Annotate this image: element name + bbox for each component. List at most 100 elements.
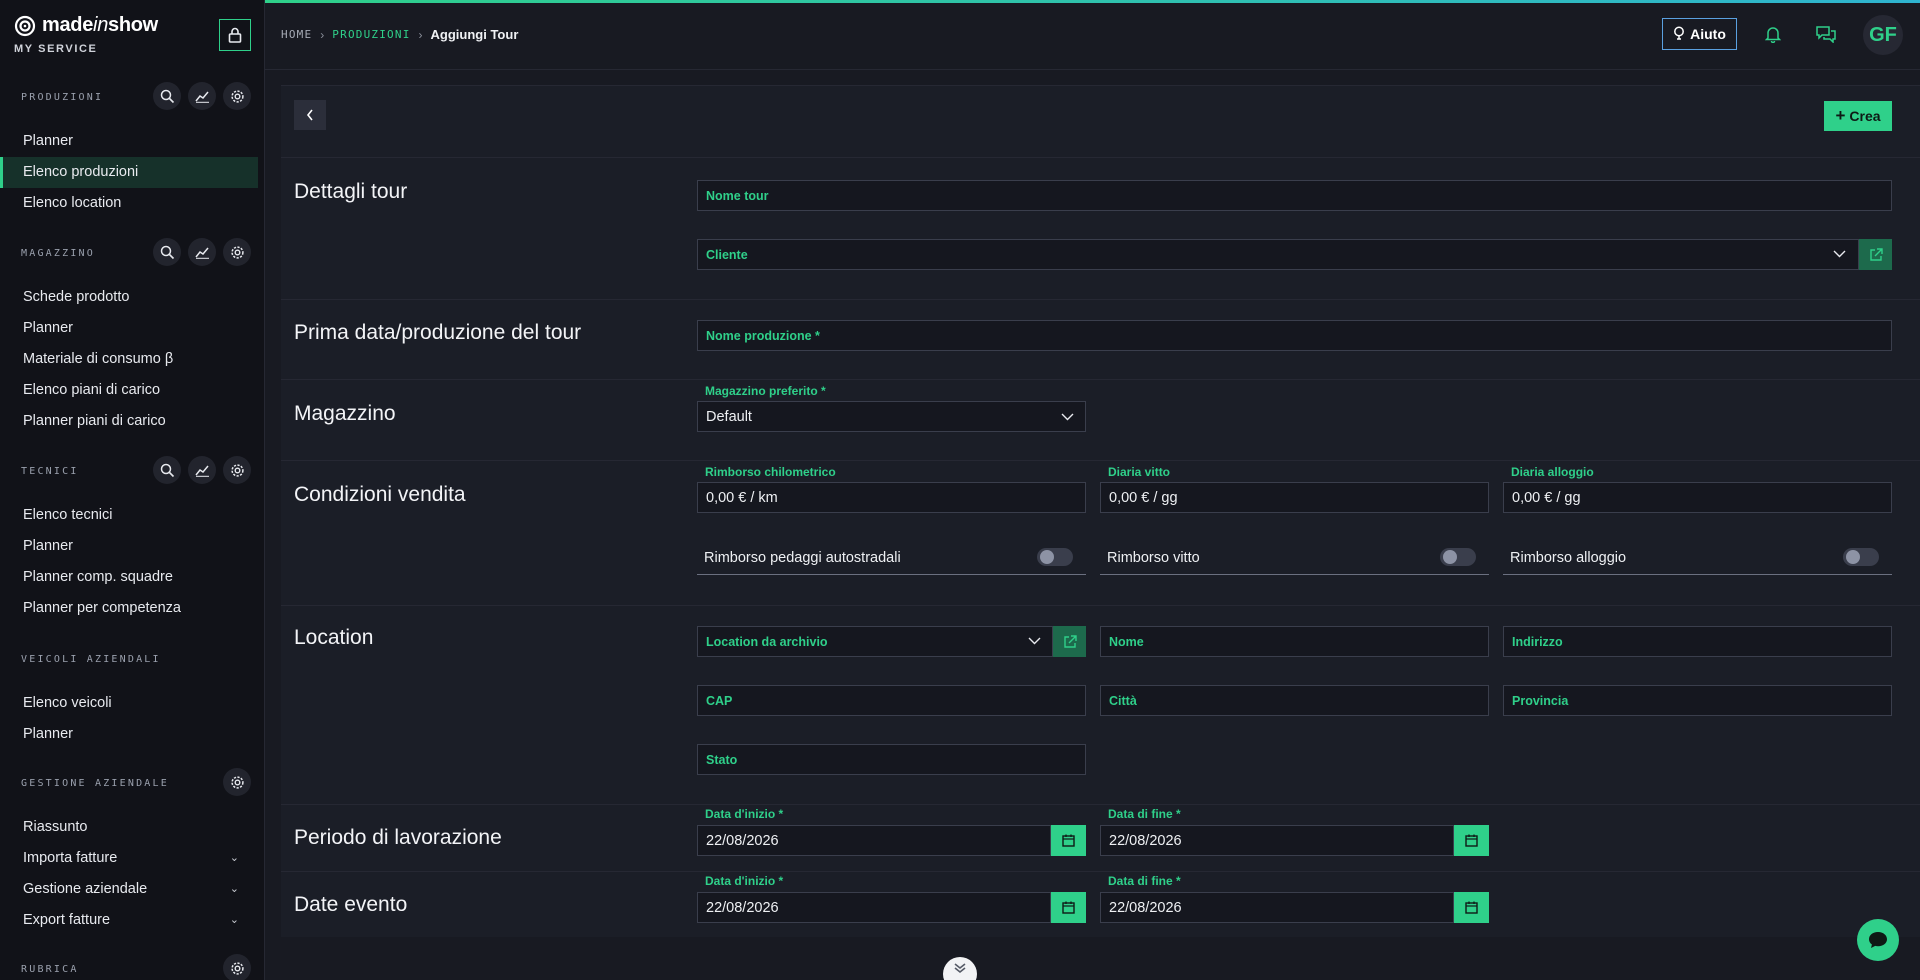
rimborso-km-label: Rimborso chilometrico [705,465,836,479]
location-stato-field[interactable]: Stato [697,744,1086,775]
vitto-toggle[interactable] [1440,548,1476,566]
sidebar-item-planner[interactable]: Planner [0,126,264,157]
bell-icon[interactable] [1761,22,1785,46]
location-citta-field[interactable]: Città [1100,685,1489,716]
diaria-vitto-label: Diaria vitto [1108,465,1171,479]
search-icon[interactable] [153,456,181,484]
sidebar-item-elenco-produzioni[interactable]: Elenco produzioni [0,157,258,188]
evento-start-calendar-button[interactable] [1051,892,1086,923]
sidebar-item-riassunto[interactable]: Riassunto [0,812,264,843]
sidebar-item-elenco-piani-carico[interactable]: Elenco piani di carico [0,375,264,406]
open-external-button[interactable] [1053,626,1086,657]
location-cap-field[interactable]: CAP [697,685,1086,716]
sidebar-item-gestione-aziendale[interactable]: Gestione aziendale ⌄ [0,874,264,905]
evento-start-label: Data d'inizio * [705,874,784,888]
breadcrumb: HOME › PRODUZIONI › Aggiungi Tour [281,27,518,42]
brand-name: madeinshow [42,14,158,36]
field-value: 0,00 € / gg [1109,490,1178,506]
chart-trend-icon[interactable] [188,82,216,110]
sidebar-item-planner[interactable]: Planner [0,313,264,344]
calendar-icon [1465,901,1478,914]
diaria-vitto-field[interactable]: 0,00 € / gg [1100,482,1489,513]
periodo-start-date-field[interactable]: 22/08/2026 [697,825,1051,856]
location-provincia-field[interactable]: Provincia [1503,685,1892,716]
search-icon[interactable] [153,238,181,266]
field-value: 22/08/2026 [706,833,779,849]
evento-end-date-field[interactable]: 22/08/2026 [1100,892,1454,923]
sidebar-item-materiale-consumo[interactable]: Materiale di consumo β [0,344,264,375]
sidebar-item-elenco-veicoli[interactable]: Elenco veicoli [0,688,264,719]
search-icon[interactable] [153,82,181,110]
form-panel: + Crea Dettagli tour Nome tour Cliente P… [281,85,1920,937]
chat-bubble-icon [1869,932,1887,948]
nome-produzione-field[interactable]: Nome produzione * [697,320,1892,351]
back-button[interactable] [294,100,326,130]
rimborso-km-field[interactable]: 0,00 € / km [697,482,1086,513]
sidebar-item-elenco-location[interactable]: Elenco location [0,188,264,219]
breadcrumb-produzioni[interactable]: PRODUZIONI [332,28,410,41]
avatar[interactable]: GF [1863,15,1903,55]
periodo-end-calendar-button[interactable] [1454,825,1489,856]
sidebar-item-elenco-tecnici[interactable]: Elenco tecnici [0,500,264,531]
chevron-right-icon: › [418,27,423,42]
gear-icon[interactable] [223,456,251,484]
cliente-select[interactable]: Cliente [697,239,1859,270]
periodo-end-date-field[interactable]: 22/08/2026 [1100,825,1454,856]
magazzino-select[interactable]: Default [697,401,1086,432]
help-button[interactable]: Aiuto [1662,18,1737,50]
evento-start-date-field[interactable]: 22/08/2026 [697,892,1051,923]
brand-subtitle: MY SERVICE [14,43,98,55]
chart-trend-icon[interactable] [188,456,216,484]
brand-logo[interactable]: madeinshow MY SERVICE [14,14,158,55]
evento-end-label: Data di fine * [1108,874,1181,888]
location-indirizzo-field[interactable]: Indirizzo [1503,626,1892,657]
plus-icon: + [1835,106,1846,125]
location-nome-field[interactable]: Nome [1100,626,1489,657]
sidebar-item-schede-prodotto[interactable]: Schede prodotto [0,282,264,313]
gear-icon[interactable] [223,954,251,980]
gear-icon[interactable] [223,238,251,266]
diaria-alloggio-field[interactable]: 0,00 € / gg [1503,482,1892,513]
gear-icon[interactable] [223,82,251,110]
sidebar-item-planner[interactable]: Planner [0,531,264,562]
periodo-start-calendar-button[interactable] [1051,825,1086,856]
scroll-down-button[interactable] [943,957,977,980]
section-title: GESTIONE AZIENDALE [21,777,169,789]
chevron-down-icon [1061,413,1074,421]
breadcrumb-home[interactable]: HOME [281,28,312,41]
sidebar: madeinshow MY SERVICE PRODUZIONI Planner… [0,0,265,980]
sidebar-item-planner-piani-carico[interactable]: Planner piani di carico [0,406,264,437]
create-label: Crea [1849,108,1881,124]
sidebar-item-importa-fatture[interactable]: Importa fatture ⌄ [0,843,264,874]
field-value: 22/08/2026 [1109,900,1182,916]
section-condizioni-vendita: Condizioni vendita [294,483,466,506]
messages-icon[interactable] [1814,22,1838,46]
lock-icon [228,27,242,43]
location-archivio-select[interactable]: Location da archivio [697,626,1053,657]
evento-end-calendar-button[interactable] [1454,892,1489,923]
placeholder: Nome [1109,635,1144,649]
chevron-double-down-icon [954,963,966,974]
sidebar-item-planner[interactable]: Planner [0,719,264,750]
create-button[interactable]: + Crea [1824,101,1892,131]
sidebar-section-magazzino: MAGAZZINO Schede prodotto Planner Materi… [0,236,264,437]
section-title: PRODUZIONI [21,91,104,103]
sidebar-item-planner-comp-squadre[interactable]: Planner comp. squadre [0,562,264,593]
sidebar-item-planner-competenza[interactable]: Planner per competenza [0,593,264,624]
pedaggi-toggle[interactable] [1037,548,1073,566]
lock-button[interactable] [219,19,251,51]
gear-icon[interactable] [223,768,251,796]
placeholder: Nome produzione * [706,329,820,343]
sidebar-item-export-fatture[interactable]: Export fatture ⌄ [0,905,264,936]
alloggio-toggle[interactable] [1843,548,1879,566]
toggle-knob [1846,550,1860,564]
chart-trend-icon[interactable] [188,238,216,266]
sidebar-item-label: Gestione aziendale [23,881,148,897]
nome-tour-field[interactable]: Nome tour [697,180,1892,211]
open-external-button[interactable] [1859,239,1892,270]
chevron-left-icon [306,109,313,121]
chat-button[interactable] [1857,919,1899,961]
placeholder: Città [1109,694,1137,708]
placeholder: Indirizzo [1512,635,1563,649]
periodo-end-label: Data di fine * [1108,807,1181,821]
